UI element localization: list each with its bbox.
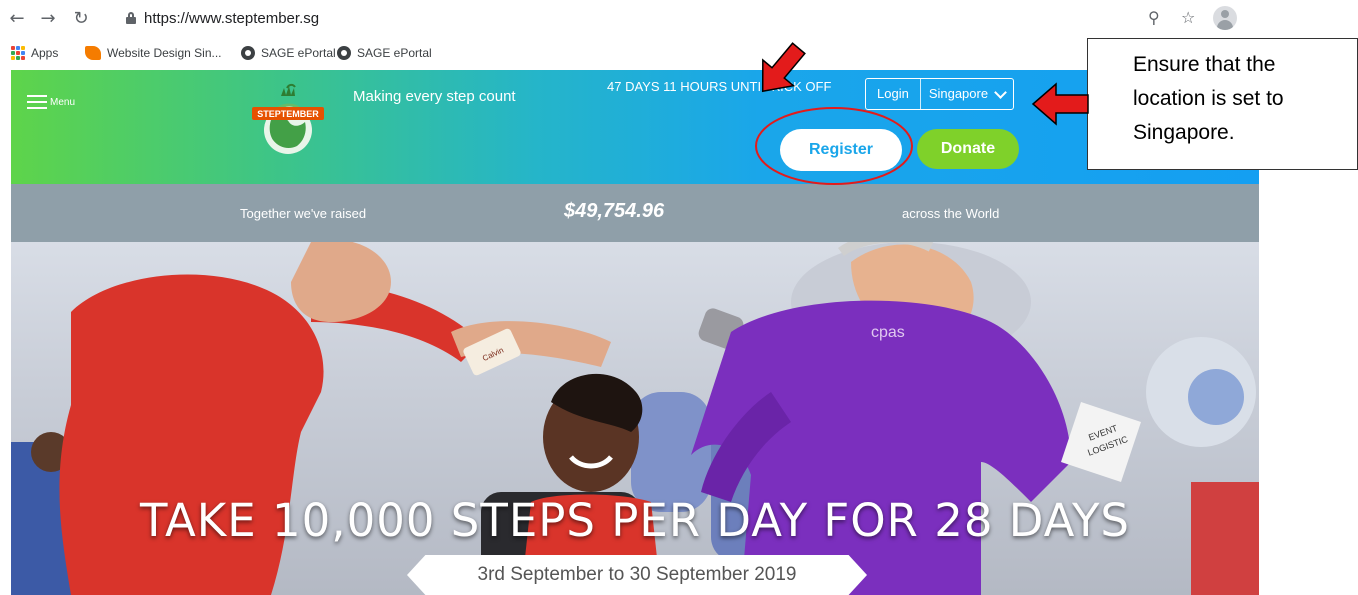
address-bar[interactable]: https://www.steptember.sg [118, 6, 1258, 32]
bookmark-website-design[interactable]: Website Design Sin... [85, 46, 222, 60]
callout-line-3: Singapore. [1133, 121, 1235, 144]
sage-favicon [337, 46, 351, 60]
raised-amount: $49,754.96 [564, 200, 665, 222]
url-text: https://www.steptember.sg [144, 10, 320, 27]
logo-text: STEPTEMBER [257, 109, 319, 119]
country-value: Singapore [928, 86, 989, 101]
callout-line-1: Ensure that the [1133, 53, 1276, 76]
site-header: Menu STEPTEMBER Making every step count … [11, 70, 1259, 184]
callout-line-2: location is set to [1133, 87, 1284, 110]
tagline: Making every step count [353, 88, 516, 105]
bookmark-star-icon[interactable]: ☆ [1181, 8, 1195, 27]
donate-button[interactable]: Donate [917, 129, 1019, 169]
bookmark-label: Website Design Sin... [107, 46, 222, 60]
shirt-logo: cpas [871, 324, 905, 341]
apps-grid-icon [11, 46, 25, 60]
register-button[interactable]: Register [780, 129, 902, 171]
website-design-favicon [85, 46, 101, 60]
zoom-icon[interactable]: ⚲ [1148, 8, 1160, 27]
annotation-callout: Ensure that the location is set to Singa… [1087, 38, 1358, 170]
browser-toolbar: ← → ↻ https://www.steptember.sg ⚲ ☆ [0, 0, 1358, 38]
hamburger-icon [27, 95, 47, 109]
menu-button[interactable]: Menu [27, 95, 75, 109]
date-ribbon: 3rd September to 30 September 2019 [407, 555, 867, 595]
bookmark-label: SAGE ePortal [261, 46, 336, 60]
reload-icon[interactable]: ↻ [70, 8, 92, 30]
bookmark-label: Apps [31, 46, 59, 60]
raised-label: Together we've raised [240, 206, 367, 221]
event-armband [1061, 402, 1141, 482]
profile-avatar-icon[interactable] [1213, 6, 1237, 30]
hero-banner: Calvin cpas EVENT LOGISTIC TAKE 10,000 S… [11, 242, 1259, 595]
bookmark-sage-eportal[interactable]: SAGE ePortal [241, 46, 336, 60]
event-date-range: 3rd September to 30 September 2019 [477, 564, 797, 585]
sage-favicon [241, 46, 255, 60]
raised-scope-label: across the World [902, 206, 1000, 221]
login-button[interactable]: Login [866, 79, 921, 109]
bookmark-apps[interactable]: Apps [11, 46, 58, 60]
lock-icon [126, 12, 136, 24]
login-country-box: Login Singapore [865, 78, 1015, 110]
steptember-logo[interactable]: STEPTEMBER [249, 78, 327, 162]
fundraising-stats-bar: Together we've raised $49,754.96 across … [11, 184, 1259, 242]
country-select[interactable]: Singapore [921, 79, 1013, 109]
chevron-down-icon [994, 85, 1007, 99]
bookmark-sage-eportal[interactable]: SAGE ePortal [337, 46, 432, 60]
menu-label: Menu [50, 96, 76, 108]
bookmark-label: SAGE ePortal [357, 46, 432, 60]
hero-headline: TAKE 10,000 STEPS PER DAY FOR 28 DAYS [140, 494, 1130, 547]
back-arrow-icon[interactable]: ← [6, 8, 28, 30]
kickoff-countdown: 47 DAYS 11 HOURS UNTIL KICK OFF [607, 79, 832, 94]
forward-arrow-icon[interactable]: → [37, 8, 59, 30]
